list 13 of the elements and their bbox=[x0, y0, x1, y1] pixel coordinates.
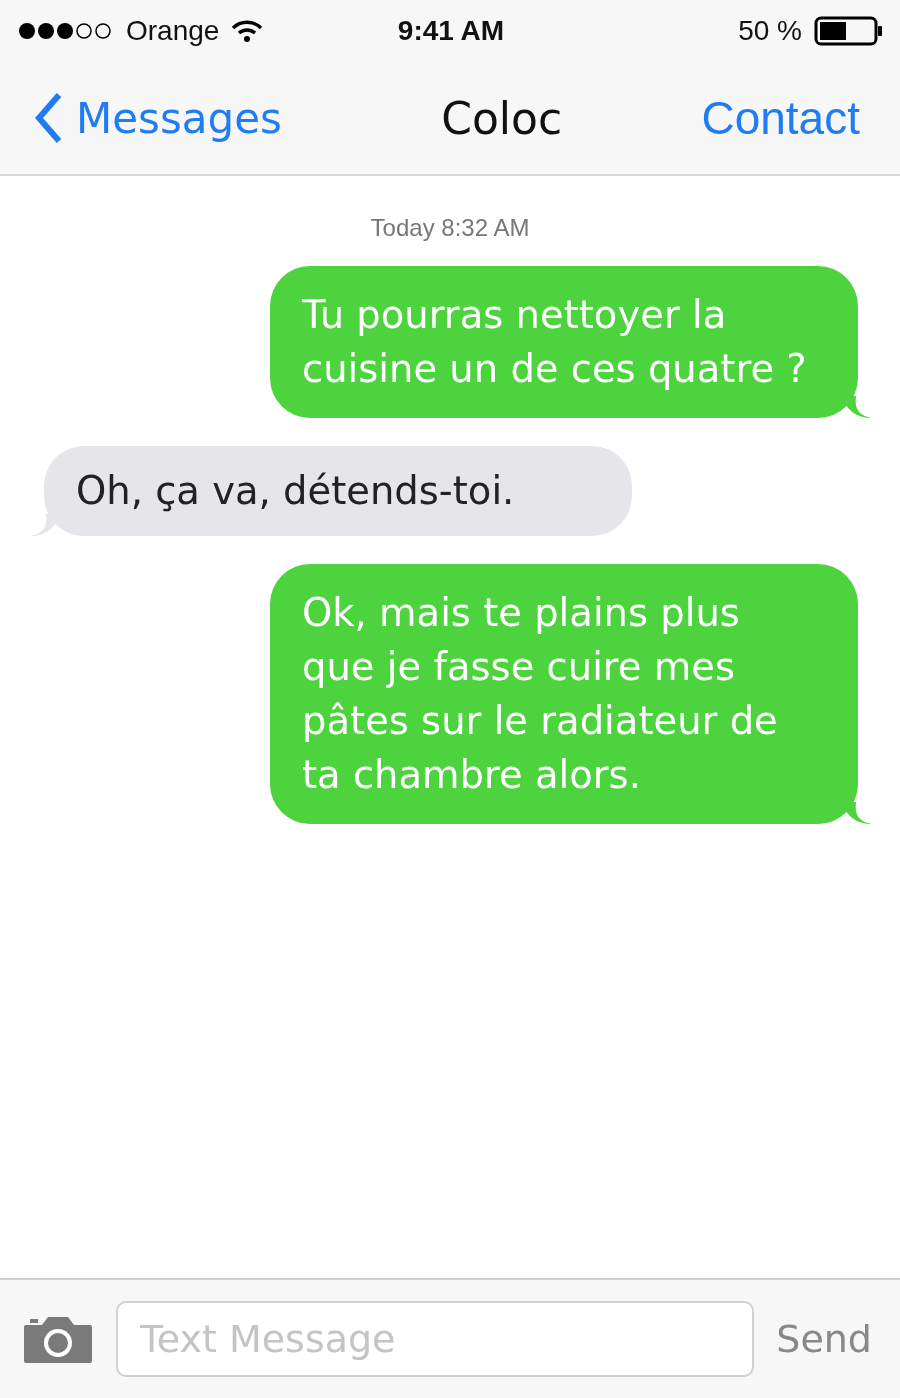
carrier-name: Orange bbox=[126, 15, 220, 47]
contact-button[interactable]: Contact bbox=[701, 91, 860, 145]
battery-percent: 50 % bbox=[738, 15, 802, 47]
timestamp: Today 8:32 AM bbox=[369, 214, 531, 242]
send-button[interactable]: Send bbox=[776, 1317, 872, 1361]
battery-icon bbox=[814, 16, 884, 46]
wifi-icon bbox=[231, 19, 264, 43]
message-input[interactable]: Text Message bbox=[116, 1301, 755, 1377]
back-button[interactable]: Messages bbox=[34, 92, 282, 144]
signal-icon bbox=[18, 21, 114, 41]
chevron-icon bbox=[34, 92, 64, 144]
conversation-title: Coloc bbox=[441, 92, 563, 144]
clock-time: 9:41 AM bbox=[397, 15, 505, 47]
